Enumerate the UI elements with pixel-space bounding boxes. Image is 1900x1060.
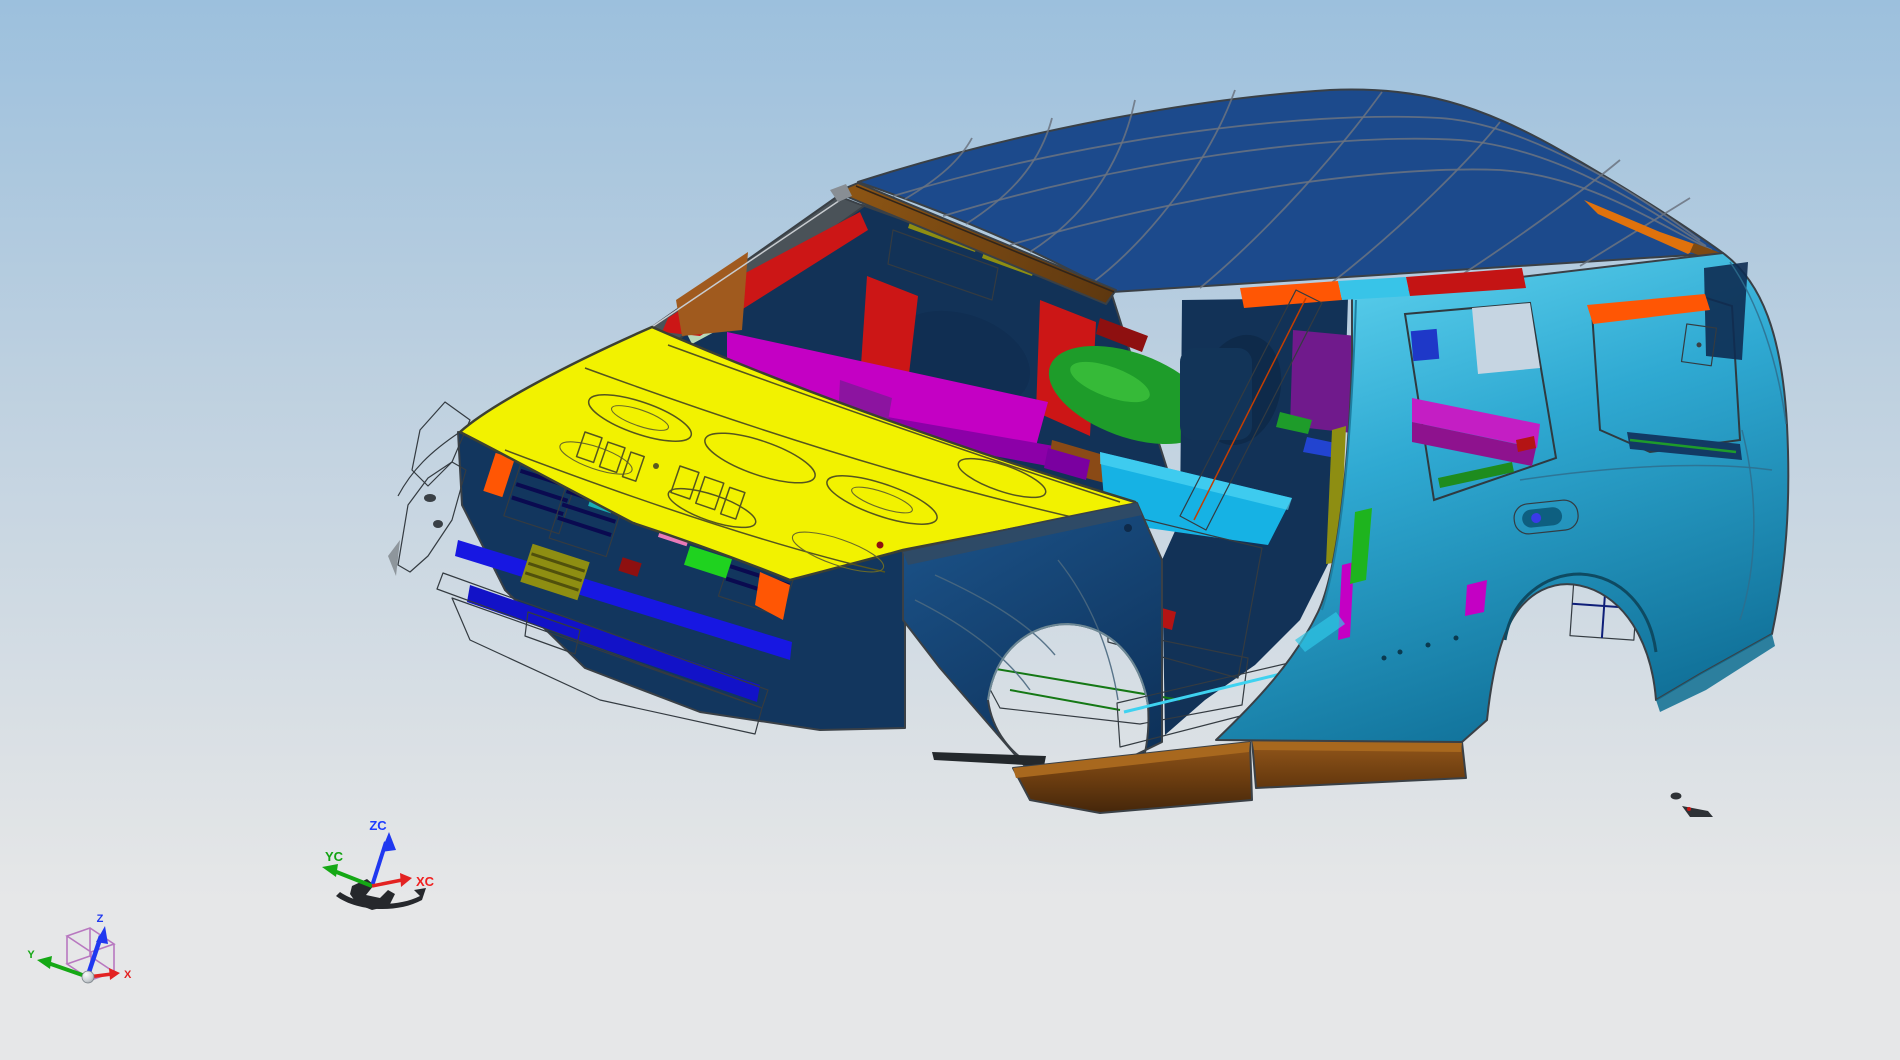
door-bolt <box>1397 649 1403 655</box>
roof-rail-cyan-segment <box>1338 277 1410 300</box>
cad-viewport[interactable]: ZC YC XC Z Y X <box>0 0 1900 1060</box>
debris-red-dot <box>1687 807 1691 811</box>
hood-bolt-dot <box>653 463 659 469</box>
wcs-x-label: XC <box>416 874 435 889</box>
abs-z-label: Z <box>97 913 104 925</box>
fender-hole <box>1124 524 1132 532</box>
d-pillar-inner-navy <box>1704 262 1748 360</box>
rear-window-blue-chip <box>1410 328 1440 362</box>
abs-y-label: Y <box>27 949 35 961</box>
cowl-hole <box>424 494 436 502</box>
abs-origin-sphere <box>81 970 95 984</box>
hood-marker-dot <box>876 541 884 549</box>
arch-magenta-chip <box>1465 580 1487 616</box>
door-bolt <box>1453 635 1459 641</box>
cowl-hole <box>433 520 443 528</box>
rear-window-sky <box>1472 303 1540 374</box>
abs-x-label: X <box>124 969 132 981</box>
wcs-z-label: ZC <box>369 818 387 833</box>
wcs-y-label: YC <box>325 849 344 864</box>
debris-nut <box>1670 792 1682 800</box>
door-bolt <box>1425 642 1431 648</box>
door-bolt <box>1381 655 1387 661</box>
